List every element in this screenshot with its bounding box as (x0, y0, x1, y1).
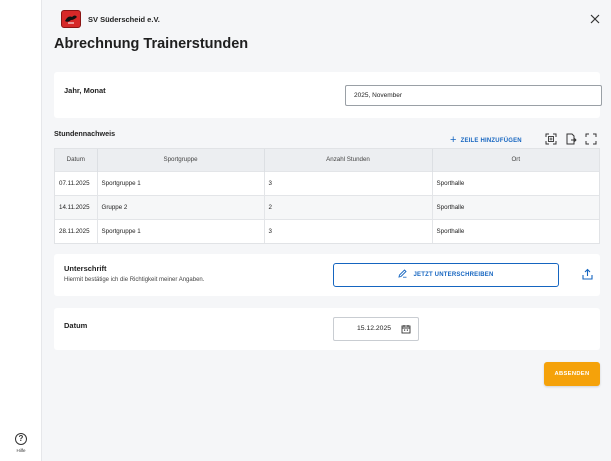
cell-stunden[interactable]: 2 (264, 194, 433, 219)
hours-section-title: Stundennachweis (54, 129, 116, 138)
cell-datum[interactable]: 07.11.2025 (55, 170, 98, 195)
signature-card: Unterschrift Hiermit bestätige ich die R… (54, 254, 600, 296)
scan-icon[interactable] (545, 132, 557, 145)
table-header-row: Datum Sportgruppe Anzahl Stunden Ort (55, 149, 599, 171)
add-row-button[interactable]: + ZEILE HINZUFÜGEN (450, 134, 522, 146)
table-row[interactable]: 07.11.2025 Sportgruppe 1 3 Sporthalle (55, 170, 599, 195)
help-icon: ? (15, 433, 27, 445)
hours-table: Datum Sportgruppe Anzahl Stunden Ort 07.… (54, 148, 600, 244)
signature-subtitle: Hiermit bestätige ich die Richtigkeit me… (64, 277, 205, 283)
cell-ort[interactable]: Sporthalle (432, 194, 599, 219)
help-button[interactable]: ? Hilfe (0, 428, 42, 453)
cell-datum[interactable]: 28.11.2025 (55, 218, 98, 243)
year-month-input[interactable]: 2025, November (345, 85, 602, 106)
cell-sportgruppe[interactable]: Sportgruppe 1 (97, 170, 265, 195)
club-name: SV Süderscheid e.V. (88, 15, 160, 24)
date-input[interactable]: 15.12.2025 (333, 317, 419, 341)
cell-stunden[interactable]: 3 (264, 218, 433, 243)
sign-now-label: JETZT UNTERSCHREIBEN (413, 272, 494, 278)
club-logo (61, 10, 81, 28)
col-header-stunden: Anzahl Stunden (264, 149, 433, 171)
plus-icon: + (450, 134, 457, 146)
col-header-datum: Datum (55, 149, 98, 171)
close-icon[interactable] (588, 12, 602, 26)
table-row[interactable]: 28.11.2025 Sportgruppe 1 3 Sporthalle (55, 218, 599, 243)
dialog-panel: SV Süderscheid e.V. Abrechnung Trainerst… (42, 0, 611, 461)
table-row[interactable]: 14.11.2025 Gruppe 2 2 Sporthalle (55, 194, 599, 219)
sign-now-button[interactable]: JETZT UNTERSCHREIBEN (333, 263, 559, 287)
year-month-label: Jahr, Monat (64, 86, 106, 95)
upload-icon[interactable] (581, 268, 594, 281)
cell-stunden[interactable]: 3 (264, 170, 433, 195)
club-logo-icon (65, 15, 77, 24)
add-row-label: ZEILE HINZUFÜGEN (460, 138, 522, 144)
cell-ort[interactable]: Sporthalle (432, 218, 599, 243)
col-header-sportgruppe: Sportgruppe (97, 149, 265, 171)
cell-ort[interactable]: Sporthalle (432, 170, 599, 195)
submit-button[interactable]: ABSENDEN (544, 362, 600, 386)
col-header-ort: Ort (432, 149, 599, 171)
help-label: Hilfe (16, 448, 26, 453)
date-card: Datum 15.12.2025 (54, 308, 600, 350)
page-title: Abrechnung Trainerstunden (54, 36, 249, 52)
cell-datum[interactable]: 14.11.2025 (55, 194, 98, 219)
calendar-icon[interactable] (401, 324, 411, 334)
date-value: 15.12.2025 (357, 325, 392, 332)
cell-sportgruppe[interactable]: Gruppe 2 (97, 194, 265, 219)
date-label: Datum (64, 321, 88, 330)
cell-sportgruppe[interactable]: Sportgruppe 1 (97, 218, 265, 243)
left-rail: ? Hilfe (0, 0, 42, 461)
year-month-card: Jahr, Monat 2025, November (54, 72, 602, 118)
file-export-icon[interactable] (565, 132, 577, 145)
dialog-header: SV Süderscheid e.V. Abrechnung Trainerst… (42, 0, 611, 62)
pen-icon (398, 266, 408, 288)
fullscreen-icon[interactable] (585, 132, 597, 145)
signature-label: Unterschrift (64, 264, 107, 273)
